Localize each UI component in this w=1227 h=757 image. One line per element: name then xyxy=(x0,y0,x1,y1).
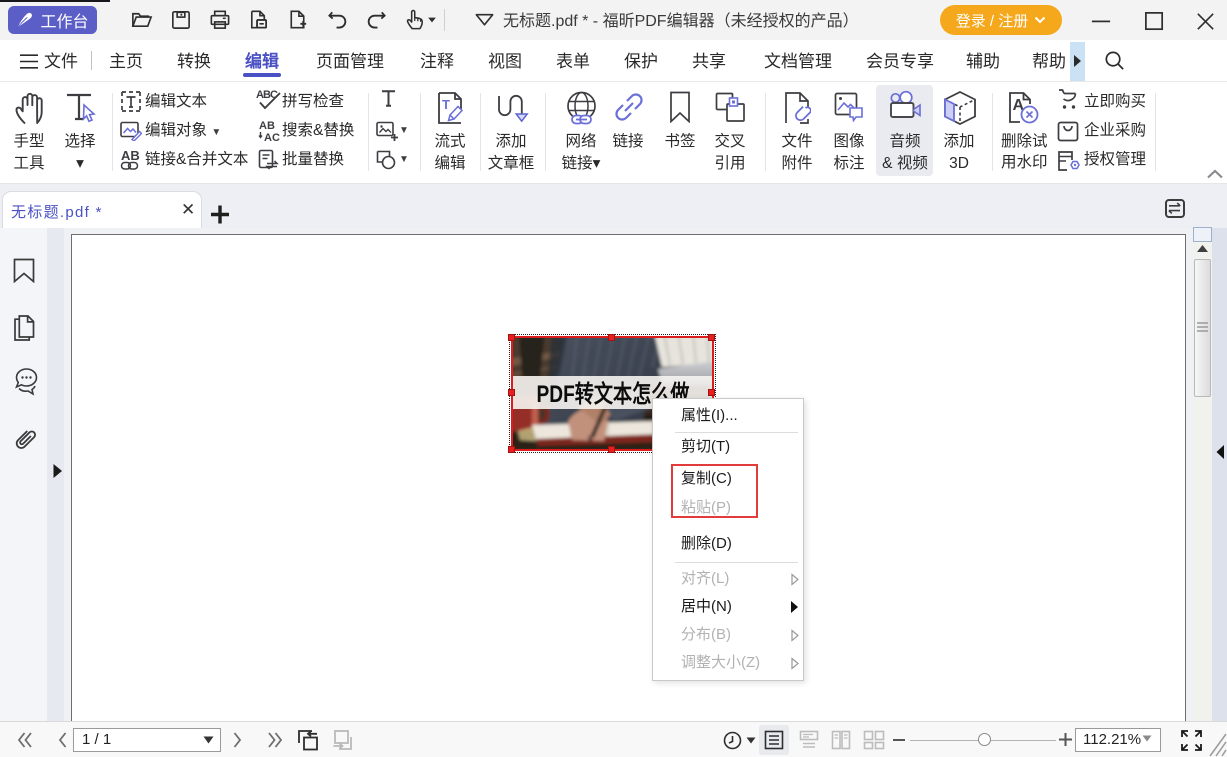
svg-text:AB: AB xyxy=(121,149,140,163)
svg-text:T: T xyxy=(442,97,450,112)
svg-text:AC: AC xyxy=(264,132,280,143)
svg-text:AB: AB xyxy=(259,120,275,132)
